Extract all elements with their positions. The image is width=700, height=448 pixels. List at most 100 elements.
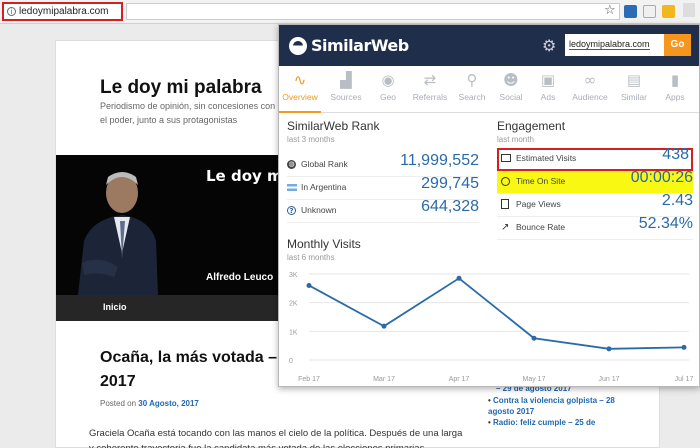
extension-icon[interactable]	[643, 5, 656, 18]
tab-referrals[interactable]: ⇄ Referrals	[409, 66, 451, 113]
site-title[interactable]: Le doy mi palabra	[100, 77, 262, 99]
engagement-label: Estimated Visits	[516, 153, 577, 163]
pages-icon	[501, 199, 509, 209]
monthly-visits-title: Monthly Visits	[287, 237, 361, 251]
address-url: ledoymipalabra.com	[19, 6, 109, 17]
clock-icon	[501, 177, 510, 186]
apps-icon: ▮	[670, 71, 680, 89]
data-point	[381, 323, 387, 329]
domain-search-value: ledoymipalabra.com	[569, 39, 650, 50]
similar-icon: ▤	[626, 71, 642, 89]
recent-post-link[interactable]: Radio: feliz cumple – 25 de	[488, 417, 618, 428]
similarweb-logo-text: SimilarWeb	[311, 36, 409, 55]
time-on-site-row: Time On Site 00:00:26	[497, 169, 693, 194]
tab-label: Social	[499, 92, 523, 102]
similarweb-extension-icon[interactable]	[624, 5, 637, 18]
post-meta-prefix: Posted on	[100, 399, 137, 408]
browser-toolbar: i ledoymipalabra.com ☆	[0, 0, 700, 24]
rank-label: Global Rank	[301, 159, 348, 169]
engagement-section: Engagement last month Estimated Visits 4…	[497, 119, 693, 240]
x-tick-label: Mar 17	[373, 376, 395, 383]
post-date-link[interactable]: 30 Agosto, 2017	[138, 399, 199, 408]
monitor-icon	[501, 154, 511, 162]
engagement-label: Time On Site	[516, 176, 566, 186]
engagement-label: Page Views	[516, 199, 561, 209]
rank-section: SimilarWeb Rank last 3 months ◍ Global R…	[287, 119, 479, 223]
bounce-arrow-icon: ↗	[501, 222, 510, 233]
page-views-row: Page Views 2.43	[497, 192, 693, 217]
argentina-flag-icon	[287, 184, 297, 191]
ads-icon: ▣	[540, 71, 556, 89]
engagement-value: 2.43	[661, 192, 693, 209]
rank-value: 11,999,552	[400, 152, 479, 169]
rank-value: 644,328	[421, 198, 479, 215]
data-point	[531, 335, 537, 341]
engagement-title: Engagement	[497, 119, 566, 133]
similarweb-logo-icon	[289, 36, 307, 55]
estimated-visits-row: Estimated Visits 438	[497, 146, 693, 171]
bounce-rate-row: ↗ Bounce Rate 52.34%	[497, 215, 693, 240]
tab-label: Ads	[540, 92, 556, 102]
bookmark-star-icon[interactable]: ☆	[604, 3, 616, 18]
x-tick-label: Jul 17	[675, 376, 694, 383]
geo-icon: ◉	[381, 71, 395, 89]
post-meta: Posted on 30 Agosto, 2017	[100, 399, 199, 408]
tab-apps[interactable]: ▮ Apps	[654, 66, 696, 113]
overview-icon: ∿	[293, 71, 307, 89]
engagement-value: 438	[662, 146, 689, 163]
banner-author: Alfredo Leuco	[206, 272, 274, 283]
tab-overview[interactable]: ∿ Overview	[279, 66, 321, 113]
monthly-visits-chart-svg: 3K 2K 1K 0 Feb 17 Mar 17 Apr 17 May 17 Jun 17 Jul…	[289, 272, 694, 383]
domain-search-input[interactable]: ledoymipalabra.com	[565, 34, 664, 56]
tab-social[interactable]: ☻ Social	[490, 66, 532, 113]
global-rank-row[interactable]: ◍ Global Rank 11,999,552	[287, 152, 479, 177]
tab-label: Overview	[282, 92, 318, 102]
tab-label: Geo	[379, 92, 397, 102]
category-rank-row[interactable]: ? Unknown 644,328	[287, 198, 479, 223]
info-icon[interactable]: i	[7, 7, 16, 16]
x-tick-label: May 17	[523, 376, 546, 383]
address-bar[interactable]: i ledoymipalabra.com	[2, 2, 123, 21]
extension-icon[interactable]	[662, 5, 675, 18]
rank-value: 299,745	[421, 175, 479, 192]
tab-label: Search	[458, 92, 486, 102]
monthly-visits-chart: 3K 2K 1K 0 Feb 17 Mar 17 Apr 17 May 17 Jun 17 Jul…	[279, 267, 699, 386]
similarweb-tabs: ∿ Overview ▟ Sources ◉ Geo ⇄ Referrals ⚲ Sear…	[279, 66, 699, 113]
site-tagline: Periodismo de opinión, sin concesiones c…	[100, 101, 276, 125]
social-icon: ☻	[503, 71, 519, 89]
country-rank-row[interactable]: In Argentina 299,745	[287, 175, 479, 200]
data-point	[456, 275, 462, 281]
tab-label: Apps	[665, 92, 685, 102]
audience-icon: ∞	[583, 71, 597, 89]
recent-posts-list: – 29 de agosto 2017 Contra la violencia …	[488, 383, 618, 428]
rank-subtitle: last 3 months	[287, 135, 335, 144]
y-tick-label: 1K	[289, 329, 298, 336]
recent-post-link[interactable]: Contra la violencia golpista – 28 agosto…	[488, 395, 618, 417]
browser-menu-icon[interactable]	[683, 3, 695, 17]
y-tick-label: 2K	[289, 301, 298, 308]
go-button[interactable]: Go	[664, 34, 691, 56]
tab-sources[interactable]: ▟ Sources	[325, 66, 367, 113]
tab-search[interactable]: ⚲ Search	[451, 66, 493, 113]
data-point	[681, 344, 687, 350]
data-point	[306, 282, 312, 288]
tab-audience[interactable]: ∞ Audience	[569, 66, 611, 113]
tab-similar[interactable]: ▤ Similar	[613, 66, 655, 113]
similarweb-logo[interactable]: SimilarWeb	[289, 36, 409, 55]
banner-title: Le doy m	[206, 167, 283, 185]
referrals-icon: ⇄	[423, 71, 437, 89]
post-title[interactable]: Ocaña, la más votada – 2017	[100, 346, 285, 394]
post-excerpt: Graciela Ocaña está tocando con las mano…	[89, 428, 463, 448]
tab-ads[interactable]: ▣ Ads	[527, 66, 569, 113]
tab-label: Similar	[621, 92, 647, 102]
engagement-subtitle: last month	[497, 135, 534, 144]
series-line	[308, 277, 685, 350]
tab-geo[interactable]: ◉ Geo	[367, 66, 409, 113]
banner-portrait	[78, 172, 158, 295]
sources-icon: ▟	[340, 71, 352, 89]
nav-item-inicio[interactable]: Inicio	[103, 302, 127, 312]
monthly-visits-section: Monthly Visits last 6 months	[287, 237, 361, 262]
address-bar-field[interactable]	[126, 3, 620, 20]
gear-icon[interactable]: ⚙	[542, 36, 556, 55]
data-point	[606, 346, 612, 352]
